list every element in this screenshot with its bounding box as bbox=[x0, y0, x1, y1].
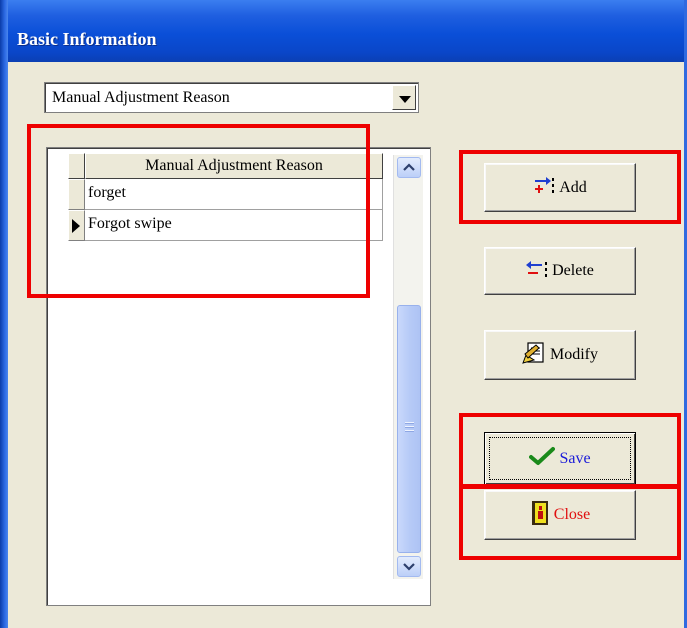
reason-type-value: Manual Adjustment Reason bbox=[52, 89, 230, 106]
delete-button-label: Delete bbox=[552, 262, 594, 279]
grid-corner-header bbox=[68, 153, 85, 179]
delete-record-icon bbox=[526, 259, 548, 284]
modify-button[interactable]: Modify bbox=[484, 330, 636, 380]
grip-line bbox=[405, 426, 414, 428]
chevron-up-icon bbox=[403, 163, 415, 171]
grip-line bbox=[405, 422, 414, 424]
reason-type-select[interactable]: Manual Adjustment Reason bbox=[44, 82, 419, 113]
reason-grid[interactable]: Manual Adjustment Reason forget Forgot s… bbox=[46, 147, 431, 606]
modify-document-icon bbox=[522, 341, 546, 370]
scroll-down-button[interactable] bbox=[397, 556, 421, 577]
save-button[interactable]: Save bbox=[484, 432, 636, 485]
grip-line bbox=[405, 430, 414, 432]
window-left-edge bbox=[0, 0, 8, 628]
add-record-icon bbox=[533, 175, 555, 200]
close-button-label: Close bbox=[553, 506, 591, 523]
column-header-reason[interactable]: Manual Adjustment Reason bbox=[85, 153, 383, 179]
add-button[interactable]: Add bbox=[484, 163, 636, 212]
chevron-down-icon bbox=[403, 563, 415, 571]
modify-button-label: Modify bbox=[550, 346, 598, 363]
window-title: Basic Information bbox=[17, 29, 157, 49]
scroll-thumb[interactable] bbox=[397, 305, 421, 553]
row-selector[interactable] bbox=[68, 210, 85, 241]
grid-cell[interactable]: forget bbox=[85, 179, 383, 210]
title-bar[interactable]: Basic Information bbox=[0, 0, 687, 62]
dropdown-button[interactable] bbox=[392, 85, 416, 110]
scroll-up-button[interactable] bbox=[397, 157, 421, 178]
current-row-icon bbox=[72, 219, 80, 233]
delete-button[interactable]: Delete bbox=[484, 247, 636, 295]
grid-cell[interactable]: Forgot swipe bbox=[85, 210, 383, 241]
chevron-down-icon bbox=[399, 96, 411, 103]
focus-rectangle bbox=[489, 437, 631, 480]
add-button-label: Add bbox=[559, 178, 587, 196]
exit-door-icon bbox=[530, 500, 550, 531]
close-button[interactable]: Close bbox=[484, 490, 636, 540]
row-selector[interactable] bbox=[68, 179, 85, 210]
vertical-scrollbar[interactable] bbox=[393, 155, 423, 579]
basic-information-window: Basic Information Manual Adjustment Reas… bbox=[0, 0, 687, 628]
